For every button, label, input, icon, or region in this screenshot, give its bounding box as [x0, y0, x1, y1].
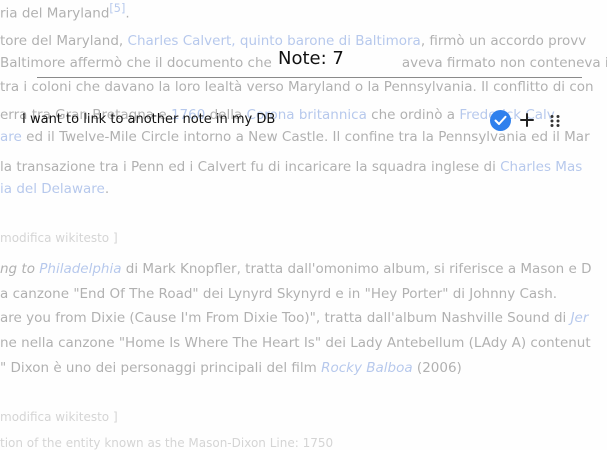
note-title: Note: 7	[278, 48, 344, 69]
note-body-text[interactable]: I want to link to another note in my DB	[22, 112, 275, 127]
drag-handle-icon[interactable]	[548, 113, 562, 127]
title-divider	[37, 77, 582, 78]
check-circle-icon[interactable]	[490, 110, 511, 131]
plus-icon[interactable]	[518, 111, 536, 129]
note-panel: Note: 7 I want to link to another note i…	[0, 0, 607, 444]
